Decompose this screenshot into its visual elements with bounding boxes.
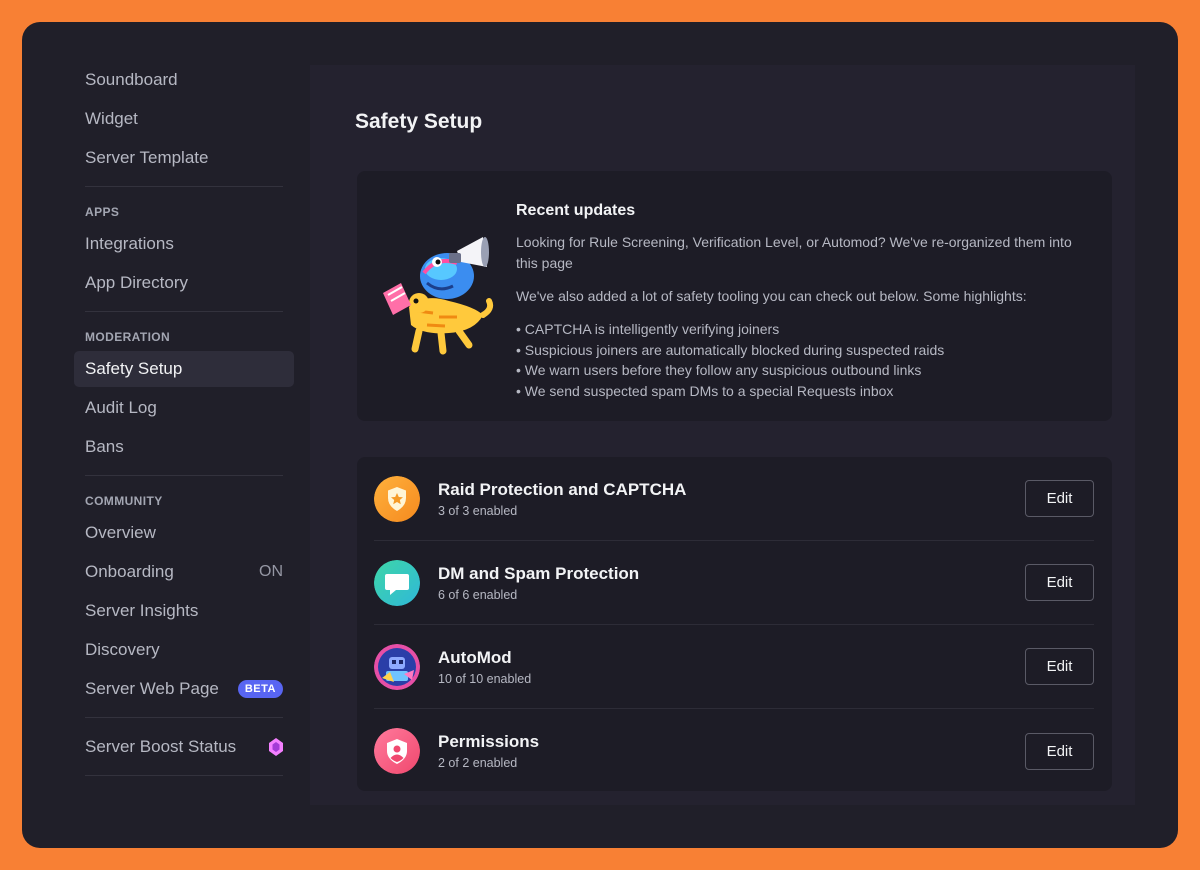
feature-title: Permissions	[438, 732, 540, 751]
recent-updates-title: Recent updates	[516, 202, 636, 219]
feature-title: Raid Protection and CAPTCHA	[438, 479, 687, 499]
page-title: Safety Setup	[355, 110, 483, 133]
list-item: • We warn users before they follow any s…	[516, 362, 922, 378]
sidebar-item-integrations[interactable]: Integrations	[74, 226, 294, 262]
megaphone-mascots-illustration	[383, 237, 494, 355]
list-item: • Suspicious joiners are automatically b…	[516, 341, 945, 358]
sidebar-item-label: Integrations	[85, 234, 174, 253]
list-item: • We send suspected spam DMs to a specia…	[516, 382, 894, 399]
feature-title: DM and Spam Protection	[438, 563, 640, 583]
sidebar-item-label: Widget	[85, 109, 138, 128]
feature-status: 2 of 2 enabled	[438, 756, 518, 770]
sidebar-item-label: Server Web Page	[85, 679, 219, 698]
shield-person-icon	[374, 728, 420, 774]
edit-raid-protection-button[interactable]: Edit	[1025, 480, 1094, 517]
sidebar-item-server-web-page[interactable]: Server Web Page BETA	[74, 671, 294, 707]
sidebar-item-label: Server Template	[85, 148, 209, 167]
sidebar-item-app-directory[interactable]: App Directory	[74, 265, 294, 301]
list-item: • CAPTCHA is intelligently verifying joi…	[516, 321, 780, 337]
sidebar-item-label: Server Boost Status	[85, 737, 237, 756]
sidebar-item-label: Onboarding	[85, 562, 174, 581]
highlights-list: • CAPTCHA is intelligently verifying joi…	[516, 319, 1096, 401]
automod-robot-icon	[374, 643, 420, 690]
recent-updates-text: Recent updates Looking for Rule Screenin…	[516, 202, 1096, 401]
sidebar-item-label: App Directory	[85, 273, 188, 292]
sidebar-item-bans[interactable]: Bans	[74, 429, 294, 465]
sidebar-item-server-boost-status[interactable]: Server Boost Status	[74, 729, 294, 765]
sidebar-item-server-insights[interactable]: Server Insights	[74, 593, 294, 629]
settings-sidebar: Soundboard Widget Server Template APPS I…	[74, 62, 294, 787]
sidebar-item-label: Server Insights	[85, 601, 199, 620]
sidebar-item-server-template[interactable]: Server Template	[74, 140, 294, 176]
sidebar-item-label: Discovery	[85, 640, 160, 659]
feature-status: 3 of 3 enabled	[438, 503, 518, 518]
settings-window: Soundboard Widget Server Template APPS I…	[22, 22, 1178, 848]
chat-bubble-icon	[374, 559, 420, 606]
sidebar-item-label: Overview	[85, 523, 156, 542]
sidebar-item-discovery[interactable]: Discovery	[74, 632, 294, 668]
sidebar-item-onboarding[interactable]: Onboarding ON	[74, 554, 294, 590]
edit-automod-button[interactable]: Edit	[1025, 648, 1094, 685]
sidebar-divider	[85, 775, 283, 776]
sidebar-item-soundboard[interactable]: Soundboard	[74, 62, 294, 98]
recent-updates-card: Recent updates Looking for Rule Screenin…	[357, 171, 1112, 421]
safety-setup-panel: Safety Setup Recent updates Looking for …	[310, 65, 1135, 805]
feature-row-permissions: Permissions 2 of 2 enabled Edit	[374, 709, 1094, 793]
sidebar-item-widget[interactable]: Widget	[74, 101, 294, 137]
sidebar-item-label: Bans	[85, 437, 124, 456]
sidebar-item-audit-log[interactable]: Audit Log	[74, 390, 294, 426]
edit-permissions-button[interactable]: Edit	[1025, 732, 1094, 770]
sidebar-item-overview[interactable]: Overview	[74, 515, 294, 551]
feature-row-raid-protection: Raid Protection and CAPTCHA 3 of 3 enabl…	[374, 457, 1094, 541]
boost-gem-icon	[269, 738, 283, 756]
beta-badge: BETA	[237, 680, 283, 698]
sidebar-heading-community: COMMUNITY	[85, 494, 163, 508]
sidebar-divider	[85, 475, 283, 476]
sidebar-divider	[85, 186, 283, 187]
sidebar-item-label: Soundboard	[85, 70, 178, 89]
safety-features-card: Raid Protection and CAPTCHA 3 of 3 enabl…	[357, 457, 1112, 791]
edit-dm-spam-protection-button[interactable]: Edit	[1025, 564, 1094, 601]
sidebar-heading-apps: APPS	[85, 205, 120, 219]
sidebar-item-label: Audit Log	[85, 398, 157, 417]
feature-row-automod: AutoMod 10 of 10 enabled Edit	[374, 625, 1094, 709]
feature-title: AutoMod	[438, 647, 512, 667]
feature-row-dm-spam-protection: DM and Spam Protection 6 of 6 enabled Ed…	[374, 541, 1094, 625]
shield-star-icon	[374, 475, 420, 522]
feature-status: 10 of 10 enabled	[438, 671, 532, 686]
sidebar-item-safety-setup[interactable]: Safety Setup	[74, 351, 294, 387]
recent-updates-highlights-intro: We've also added a lot of safety tooling…	[516, 288, 1027, 304]
onboarding-status: ON	[259, 563, 283, 580]
sidebar-item-label: Safety Setup	[85, 359, 183, 378]
sidebar-heading-moderation: MODERATION	[85, 330, 171, 344]
feature-status: 6 of 6 enabled	[438, 587, 518, 602]
sidebar-divider	[85, 311, 283, 312]
sidebar-divider	[85, 717, 283, 718]
recent-updates-intro: Looking for Rule Screening, Verification…	[516, 234, 1072, 271]
